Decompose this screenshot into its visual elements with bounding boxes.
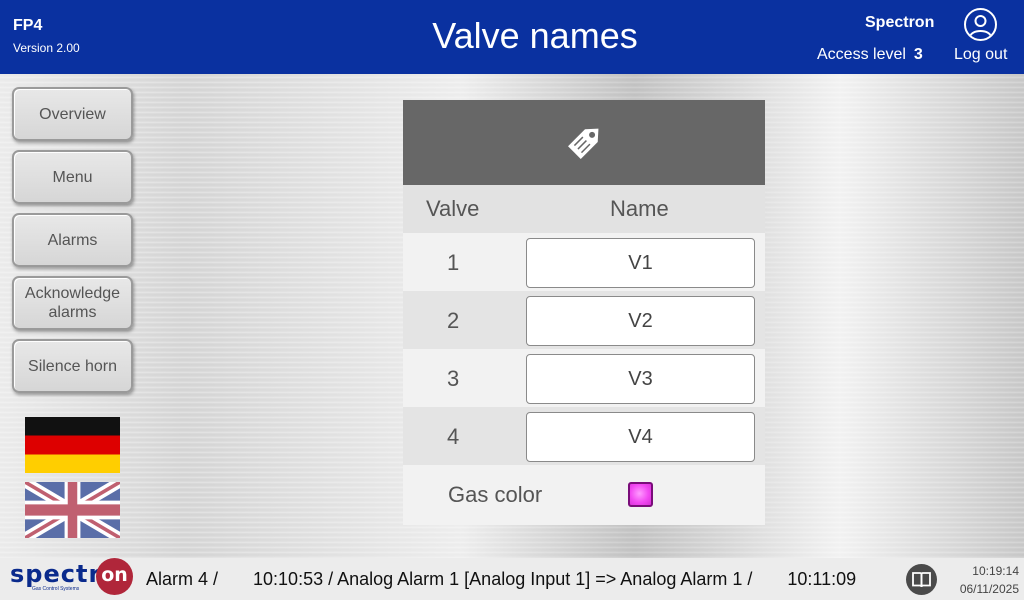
book-icon[interactable] [906,564,937,595]
gas-color-row: Gas color [403,465,765,525]
header-bar: FP4 Version 2.00 Valve names Spectron Ac… [0,0,1024,74]
spectron-logo: spectr on Gas Control Systems [10,558,135,599]
valve-number: 4 [447,424,460,449]
valve-names-panel: Valve Name 1 V1 2 V2 3 V3 4 V4 Gas color [403,100,765,525]
user-icon[interactable] [964,8,997,41]
company-name: Spectron [865,14,935,31]
access-level-label: Access level [817,46,906,63]
valve-name-input[interactable]: V1 [526,238,755,288]
logo-subtitle: Gas Control Systems [32,586,80,592]
logo-text: spectr [10,560,102,588]
column-valve: Valve [426,196,480,221]
valve-number: 1 [447,250,460,275]
table-row: 2 V2 [403,291,765,349]
valve-number: 2 [447,308,460,333]
overview-button[interactable]: Overview [12,87,133,141]
gas-color-label: Gas color [448,482,543,507]
silence-horn-button[interactable]: Silence horn [12,339,133,393]
table-row: 4 V4 [403,407,765,465]
table-row: 1 V1 [403,233,765,291]
valve-name-input[interactable]: V3 [526,354,755,404]
alarm-ticker: Alarm 4 / 10:10:53 / Analog Alarm 1 [Ana… [146,569,857,589]
table-header: Valve Name [403,185,765,233]
access-level: Access level 3 [817,46,923,64]
clock-time: 10:19:14 [972,564,1019,578]
alarms-button[interactable]: Alarms [12,213,133,267]
panel-header [403,100,765,185]
valve-number: 3 [447,366,460,391]
clock-date: 06/11/2025 [959,582,1019,596]
acknowledge-alarms-button[interactable]: Acknowledge alarms [12,276,133,330]
status-bar: spectr on Gas Control Systems Alarm 4 / … [0,558,1024,600]
valve-name-input[interactable]: V2 [526,296,755,346]
tag-icon [560,117,610,167]
menu-button[interactable]: Menu [12,150,133,204]
logo-badge: on [96,558,133,595]
uk-flag-icon[interactable] [25,482,120,538]
column-name: Name [610,196,669,221]
logout-button[interactable]: Log out [954,46,1007,64]
access-level-value: 3 [913,46,923,63]
gas-color-swatch[interactable] [628,482,653,507]
valve-name-input[interactable]: V4 [526,412,755,462]
table-row: 3 V3 [403,349,765,407]
german-flag-icon[interactable] [25,417,120,473]
